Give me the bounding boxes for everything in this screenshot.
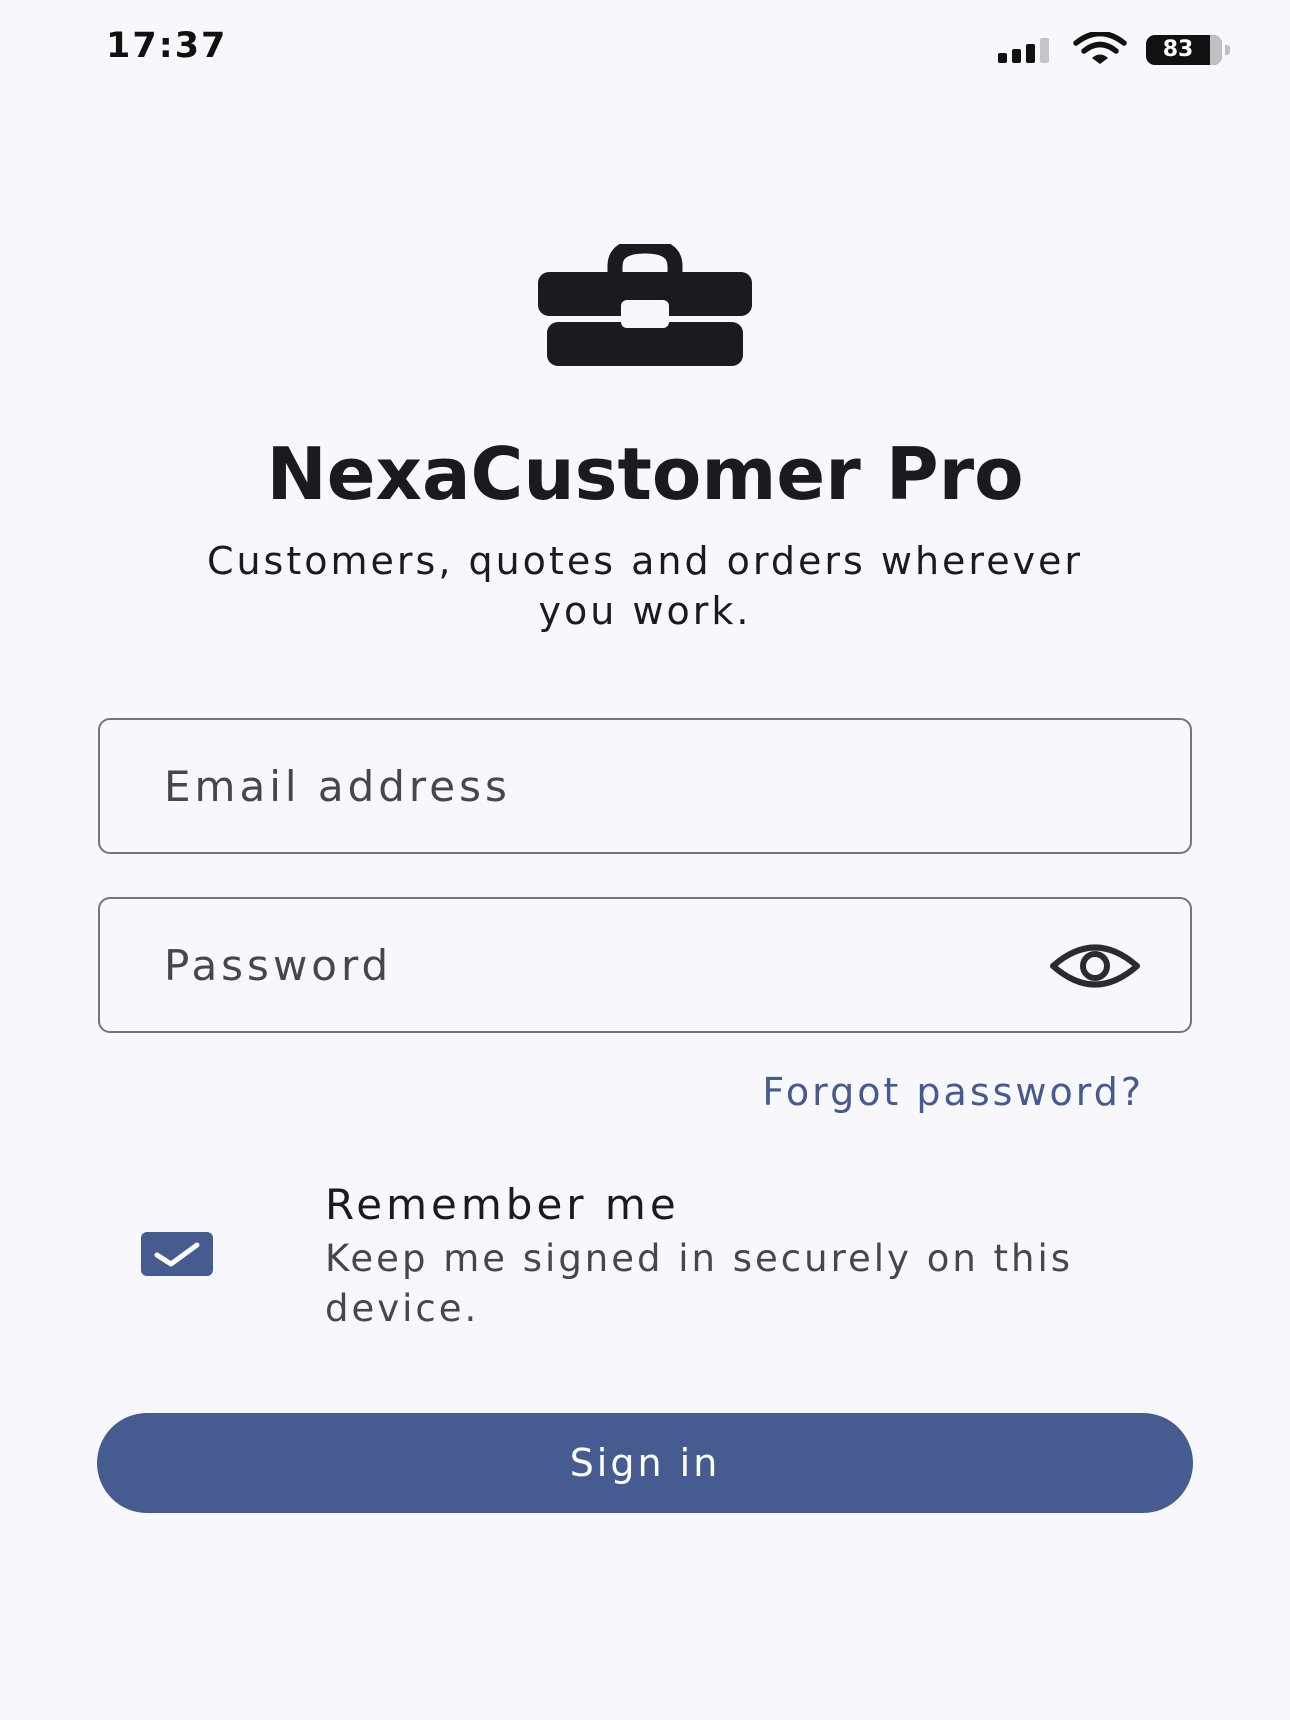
status-bar: 17:37 83 bbox=[0, 0, 1290, 100]
app-subtitle: Customers, quotes and orders wherever yo… bbox=[206, 539, 1084, 633]
remember-me-title: Remember me bbox=[325, 1180, 680, 1229]
wifi-icon bbox=[1073, 32, 1127, 64]
briefcase-icon bbox=[538, 244, 752, 366]
password-input[interactable] bbox=[100, 899, 1190, 1031]
battery-empty-segment bbox=[1210, 35, 1222, 65]
sign-in-button[interactable]: Sign in bbox=[97, 1413, 1193, 1513]
email-input[interactable] bbox=[100, 720, 1190, 852]
remember-me-checkbox[interactable] bbox=[141, 1232, 213, 1276]
forgot-password-link[interactable]: Forgot password? bbox=[762, 1070, 1144, 1114]
eye-icon[interactable] bbox=[1050, 943, 1140, 989]
checkmark-icon bbox=[154, 1242, 200, 1267]
battery-icon: 83 bbox=[1146, 35, 1232, 65]
remember-me-row[interactable]: Remember me Keep me signed in securely o… bbox=[0, 1180, 1290, 1340]
status-time: 17:37 bbox=[106, 26, 228, 66]
signal-icon bbox=[998, 38, 1049, 63]
battery-tip bbox=[1225, 45, 1230, 55]
battery-level: 83 bbox=[1162, 37, 1194, 62]
remember-me-description: Keep me signed in securely on this devic… bbox=[325, 1237, 1074, 1330]
battery-body: 83 bbox=[1146, 35, 1222, 65]
email-field[interactable] bbox=[98, 718, 1192, 854]
app-title: NexaCustomer Pro bbox=[266, 432, 1024, 516]
password-field[interactable] bbox=[98, 897, 1192, 1033]
